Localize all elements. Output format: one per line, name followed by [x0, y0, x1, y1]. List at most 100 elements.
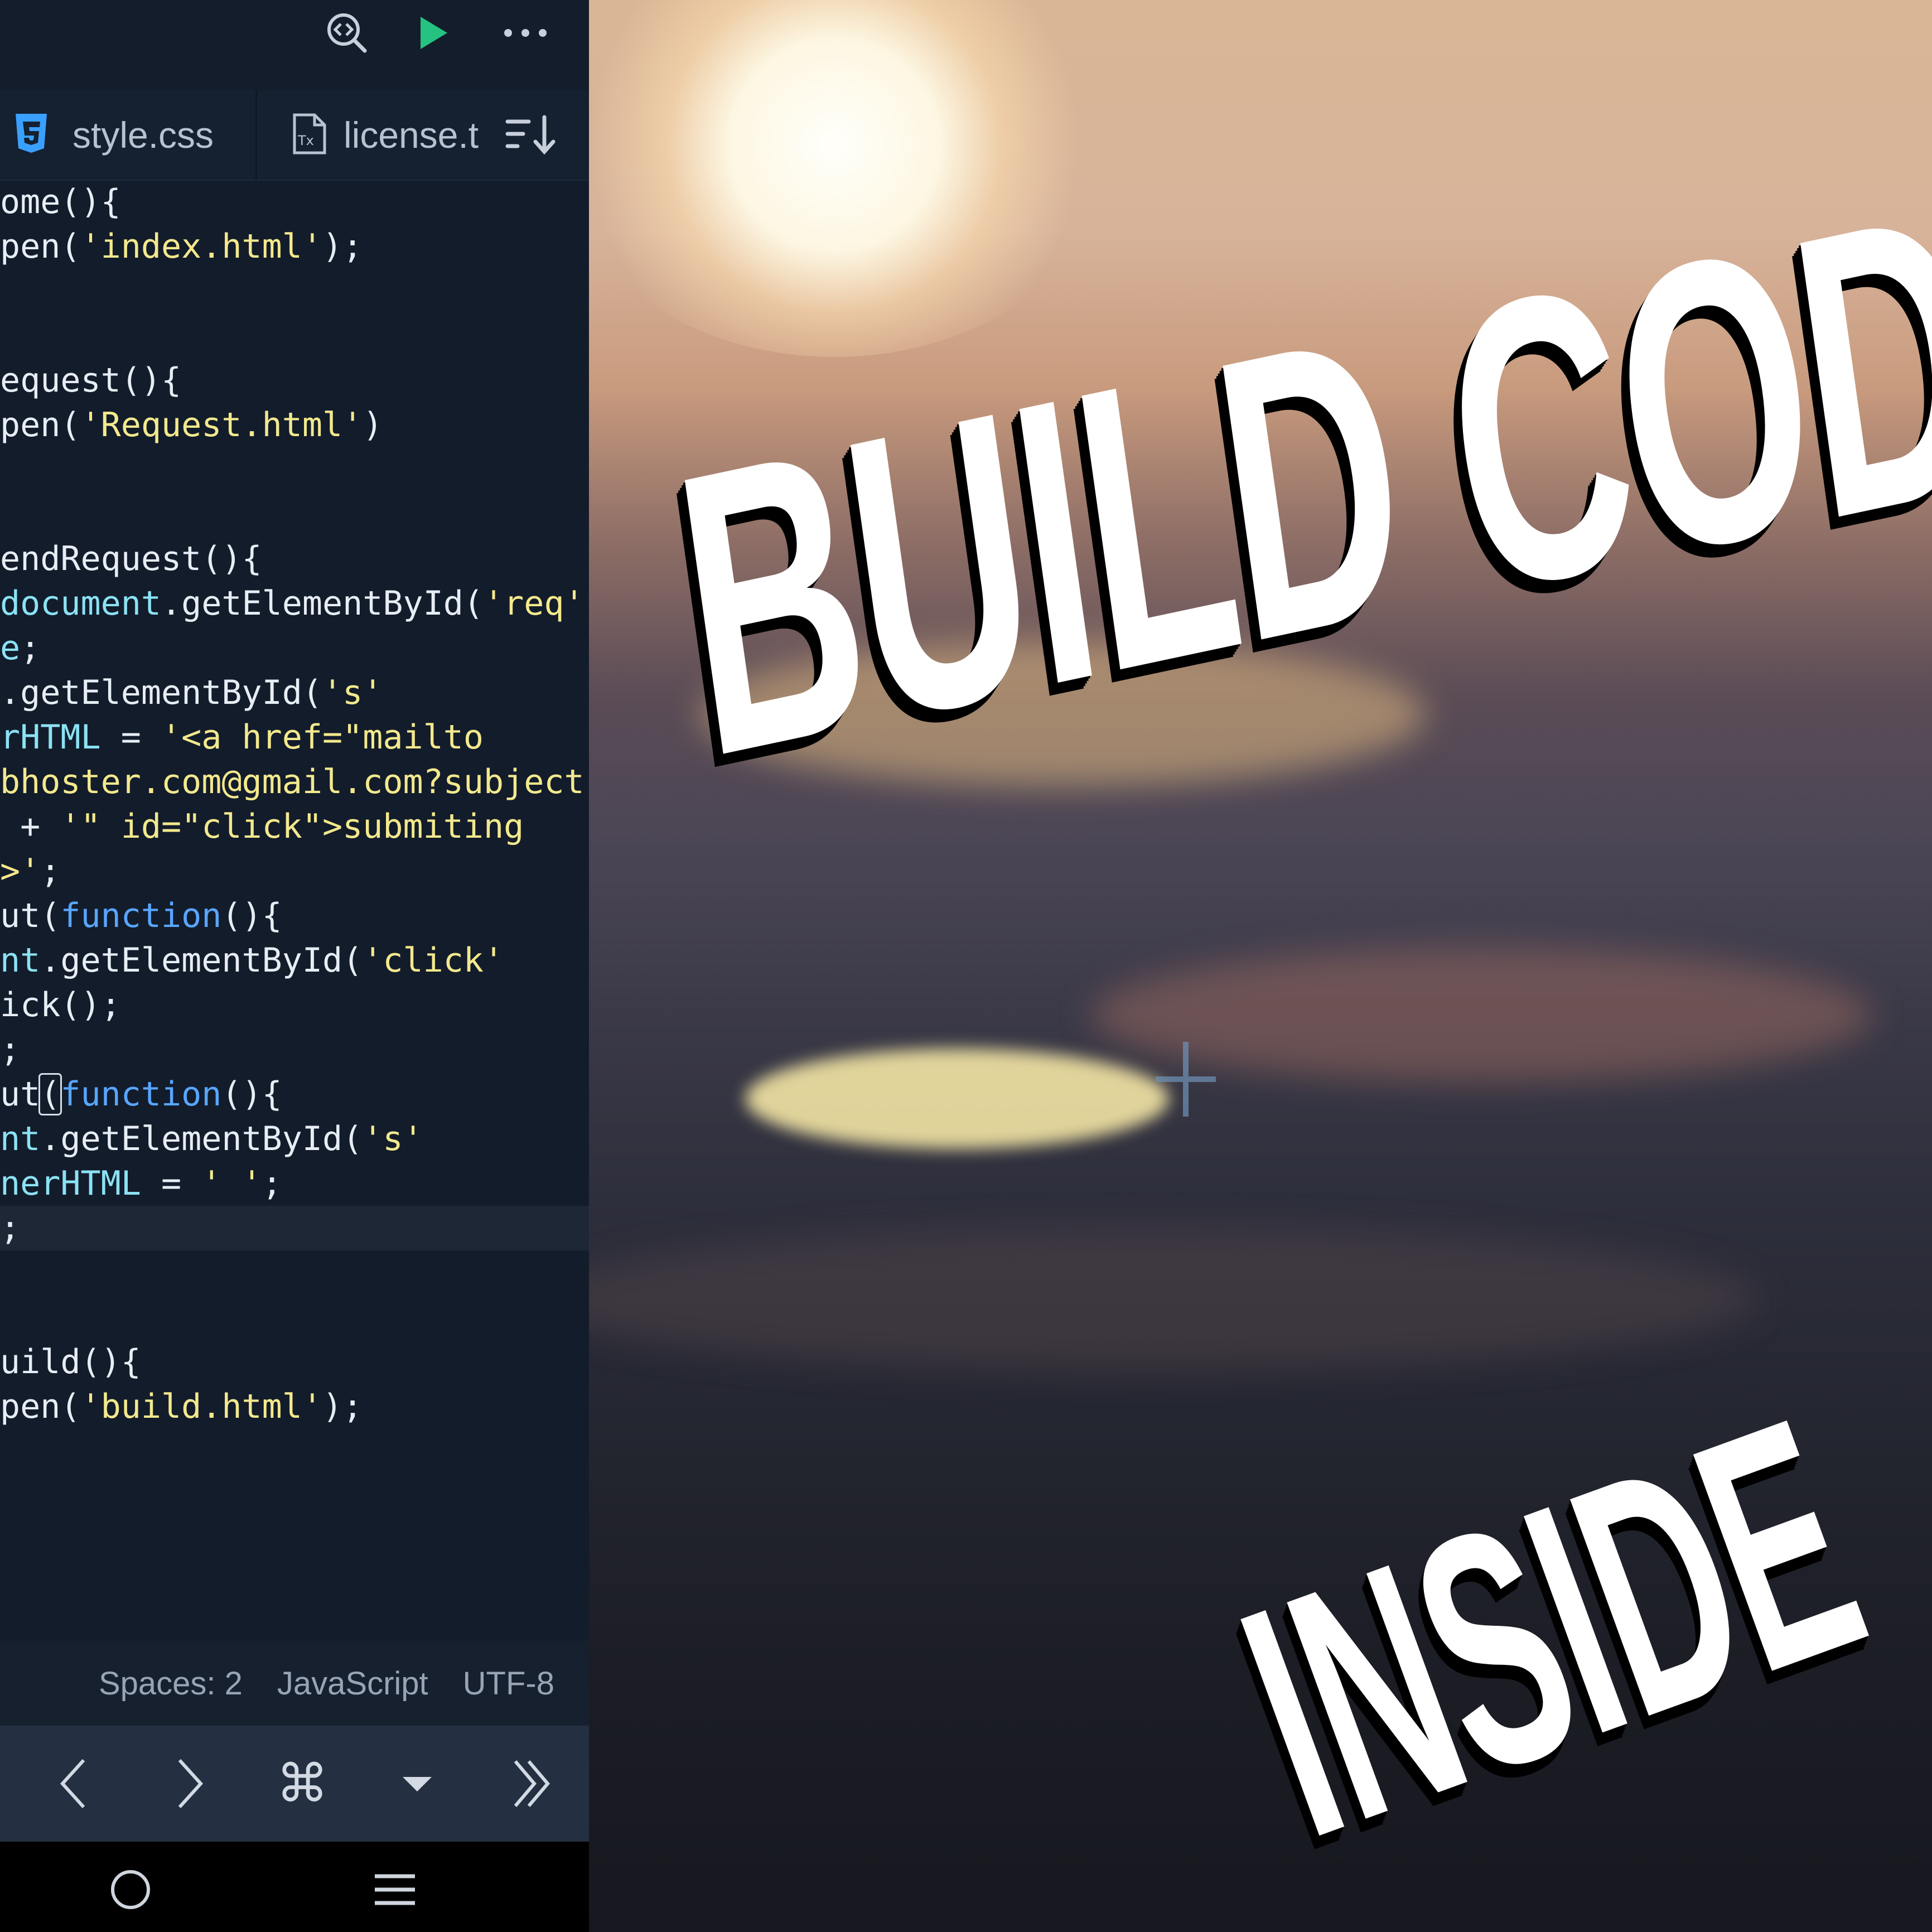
- code-line[interactable]: uild(){: [0, 1340, 141, 1384]
- code-line[interactable]: nt.getElementById('s': [0, 1117, 423, 1161]
- code-token: ;: [262, 1164, 282, 1203]
- code-token: );: [322, 227, 363, 266]
- code-token: uild(){: [0, 1342, 141, 1382]
- code-token: equest(){: [0, 361, 182, 400]
- code-token: ome(){: [0, 182, 121, 221]
- sort-icon[interactable]: [503, 113, 559, 157]
- code-token: endRequest(){: [0, 539, 262, 578]
- menu-icon[interactable]: [373, 1870, 417, 1910]
- code-token: 'index.html': [80, 227, 322, 266]
- code-token: 'req': [483, 584, 585, 623]
- svg-text:Tx: Tx: [297, 133, 314, 148]
- shortcut-keybar: ⌘: [0, 1726, 589, 1842]
- crosshair-icon: [1152, 1037, 1219, 1121]
- code-token: pen(: [0, 405, 81, 445]
- code-token: (){: [221, 896, 282, 935]
- code-token: +: [0, 807, 61, 846]
- code-token: '<a href="mailto: [161, 718, 484, 757]
- code-line[interactable]: nerHTML = ' ';: [0, 1161, 282, 1206]
- code-token: ut: [0, 1075, 41, 1114]
- code-line[interactable]: ;: [0, 1206, 589, 1250]
- code-line[interactable]: ome(){: [0, 180, 121, 224]
- code-line[interactable]: endRequest(){: [0, 537, 262, 581]
- code-token: e: [0, 629, 21, 668]
- code-token: =: [141, 1164, 202, 1203]
- code-line[interactable]: ut(function(){: [0, 893, 282, 938]
- more-icon[interactable]: [500, 8, 550, 58]
- code-token: nt: [0, 1119, 41, 1158]
- code-token: '" id="click">submiting: [60, 807, 524, 846]
- code-token: ick();: [0, 986, 121, 1025]
- tab-label: license.t: [344, 114, 479, 156]
- command-icon[interactable]: ⌘: [269, 1726, 336, 1842]
- code-line[interactable]: ick();: [0, 983, 121, 1027]
- code-line[interactable]: .getElementById('s': [0, 670, 383, 715]
- sunset-background-image: BUILD CODER INSIDE: [589, 0, 1932, 1932]
- code-line[interactable]: ;: [0, 1027, 20, 1072]
- sun-reflection-bright: [745, 1049, 1169, 1149]
- caret-down-icon[interactable]: [384, 1726, 451, 1842]
- tab-label: style.css: [73, 114, 214, 156]
- code-token: ut(: [0, 896, 61, 935]
- code-token: 'click': [363, 941, 504, 980]
- code-token: .getElementById(: [40, 941, 363, 980]
- code-token: ;: [20, 629, 41, 668]
- indent-status[interactable]: Spaces: 2: [99, 1665, 243, 1702]
- code-token: =: [100, 718, 161, 757]
- code-line[interactable]: document.getElementById('req': [0, 581, 585, 626]
- home-circle-icon[interactable]: [109, 1868, 152, 1911]
- code-token: ): [363, 405, 383, 445]
- double-chevron-right-icon[interactable]: [499, 1726, 566, 1842]
- text-file-icon: Tx: [290, 113, 330, 157]
- code-line[interactable]: ut(function(){: [0, 1072, 282, 1117]
- code-line[interactable]: equest(){: [0, 358, 181, 403]
- tab-divider: [255, 90, 257, 180]
- encoding-status[interactable]: UTF-8: [463, 1665, 554, 1702]
- code-token: .getElementById(: [161, 584, 484, 623]
- code-line[interactable]: rHTML = '<a href="mailto: [0, 715, 484, 760]
- code-token: pen(: [0, 1387, 81, 1426]
- code-line[interactable]: + '" id="click">submiting: [0, 804, 524, 849]
- code-token: 'Request.html': [80, 405, 363, 445]
- tab-license[interactable]: Tx license.t: [290, 90, 479, 180]
- system-nav-bar: [0, 1842, 589, 1932]
- code-line[interactable]: bhoster.com@gmail.com?subject: [0, 760, 585, 804]
- code-token: nt: [0, 941, 41, 980]
- code-token: document: [0, 584, 161, 623]
- code-area[interactable]: ome(){pen('index.html'); equest(){pen('Re…: [0, 180, 589, 1641]
- run-icon[interactable]: [407, 8, 457, 58]
- code-token: (: [38, 1073, 62, 1115]
- code-token: nerHTML: [0, 1164, 141, 1203]
- code-token: ;: [0, 1030, 21, 1069]
- code-token: function: [60, 896, 222, 935]
- code-line[interactable]: >';: [0, 849, 60, 893]
- code-token: 's': [322, 673, 383, 712]
- chevron-right-icon[interactable]: [156, 1726, 223, 1842]
- code-token: function: [60, 1075, 222, 1114]
- code-line[interactable]: pen('Request.html'): [0, 403, 383, 447]
- css3-icon: [13, 113, 54, 157]
- chevron-left-icon[interactable]: [40, 1726, 107, 1842]
- code-token: pen(: [0, 227, 81, 266]
- code-token: 's': [363, 1119, 423, 1158]
- editor-toolbar: [0, 0, 589, 90]
- code-editor-panel: style.css Tx license.t ome(){pen('index.…: [0, 0, 589, 1932]
- preview-search-icon[interactable]: [322, 8, 372, 58]
- code-line[interactable]: pen('build.html');: [0, 1384, 363, 1429]
- tab-style-css[interactable]: style.css: [13, 90, 214, 180]
- water-ripple: [589, 1227, 1760, 1372]
- code-line[interactable]: pen('index.html');: [0, 224, 363, 269]
- code-line[interactable]: nt.getElementById('click': [0, 938, 504, 983]
- language-status[interactable]: JavaScript: [277, 1665, 428, 1702]
- code-token: rHTML: [0, 718, 101, 757]
- code-line[interactable]: e;: [0, 626, 40, 670]
- code-token: );: [322, 1387, 363, 1426]
- status-bar: Spaces: 2 JavaScript UTF-8: [0, 1641, 589, 1726]
- file-tabs: style.css Tx license.t: [0, 90, 589, 181]
- code-token: ' ': [201, 1164, 262, 1203]
- code-token: >': [0, 852, 41, 891]
- code-token: (){: [221, 1075, 282, 1114]
- code-token: ;: [40, 852, 61, 891]
- code-token: .getElementById(: [0, 673, 322, 712]
- code-token: 'build.html': [80, 1387, 322, 1426]
